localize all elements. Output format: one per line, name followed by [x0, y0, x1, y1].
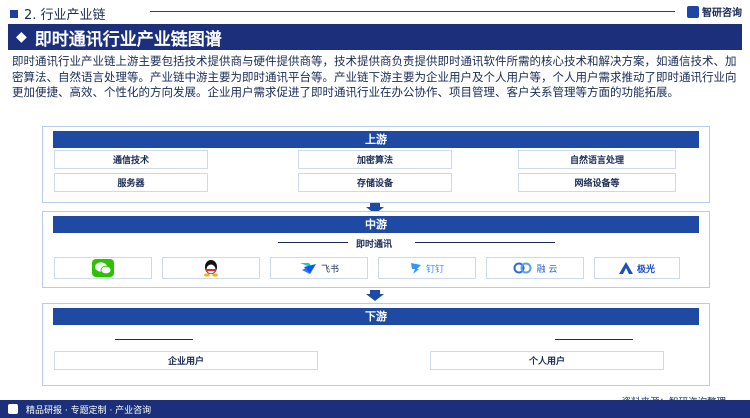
app-logo-qq: [162, 257, 260, 279]
jiguang-icon: [618, 262, 633, 274]
divider: [278, 242, 348, 243]
divider: [415, 242, 555, 243]
brand: 智研咨询: [687, 4, 742, 19]
page-title: 即时通讯行业产业链图谱: [34, 29, 222, 50]
app-name: 飞书: [320, 264, 339, 275]
brand-name: 智研咨询: [702, 8, 742, 19]
downstream-header: 下游: [53, 308, 699, 325]
divider: [115, 339, 193, 340]
upstream-item: 加密算法: [298, 150, 452, 169]
footer-text: 精品研报 · 专题定制 · 产业咨询: [26, 405, 152, 416]
wechat-icon: [92, 259, 114, 277]
midstream-sublabel: 即时通讯: [356, 240, 393, 250]
app-logo-jiguang: 极光: [594, 257, 680, 279]
section-title: 2. 行业产业链: [24, 8, 106, 23]
top-bar: 2. 行业产业链 智研咨询: [0, 0, 750, 24]
upstream-item: 自然语言处理: [518, 150, 676, 169]
double-diamond-icon: ◆: [16, 29, 27, 45]
down-arrow-icon: [366, 294, 384, 301]
upstream-item: 服务器: [54, 173, 208, 192]
app-name: 钉钉: [425, 264, 444, 275]
app-name: 极光: [636, 264, 655, 275]
downstream-item: 企业用户: [54, 351, 318, 370]
dingtalk-icon: [410, 263, 421, 274]
upstream-item: 网络设备等: [518, 173, 676, 192]
qq-icon: [204, 260, 218, 277]
footer-bar: 精品研报 · 专题定制 · 产业咨询: [0, 400, 750, 418]
footer-logo-icon: [8, 404, 18, 414]
page-title-bar: ◆ 即时通讯行业产业链图谱: [8, 24, 742, 50]
midstream-header: 中游: [53, 216, 699, 233]
section-label: 2. 行业产业链: [10, 4, 106, 23]
app-logo-feishu: 飞书: [270, 257, 368, 279]
upstream-item: 通信技术: [54, 150, 208, 169]
upstream-header: 上游: [53, 131, 699, 148]
description: 即时通讯行业产业链上游主要包括技术提供商与硬件提供商等，技术提供商负责提供即时通…: [12, 54, 737, 99]
divider: [150, 11, 675, 12]
app-logo-dingtalk: 钉钉: [378, 257, 476, 279]
feishu-icon: [299, 263, 316, 274]
divider: [555, 339, 633, 340]
rongyun-icon: [513, 262, 532, 274]
app-logo-wechat: [54, 257, 152, 279]
app-name: 融 云: [536, 264, 558, 275]
square-bullet-icon: [10, 9, 18, 18]
downstream-item: 个人用户: [430, 351, 664, 370]
downstream-panel: 下游: [42, 303, 710, 386]
app-logo-rongyun: 融 云: [486, 257, 584, 279]
upstream-item: 存储设备: [298, 173, 452, 192]
brand-logo-icon: [687, 5, 699, 18]
